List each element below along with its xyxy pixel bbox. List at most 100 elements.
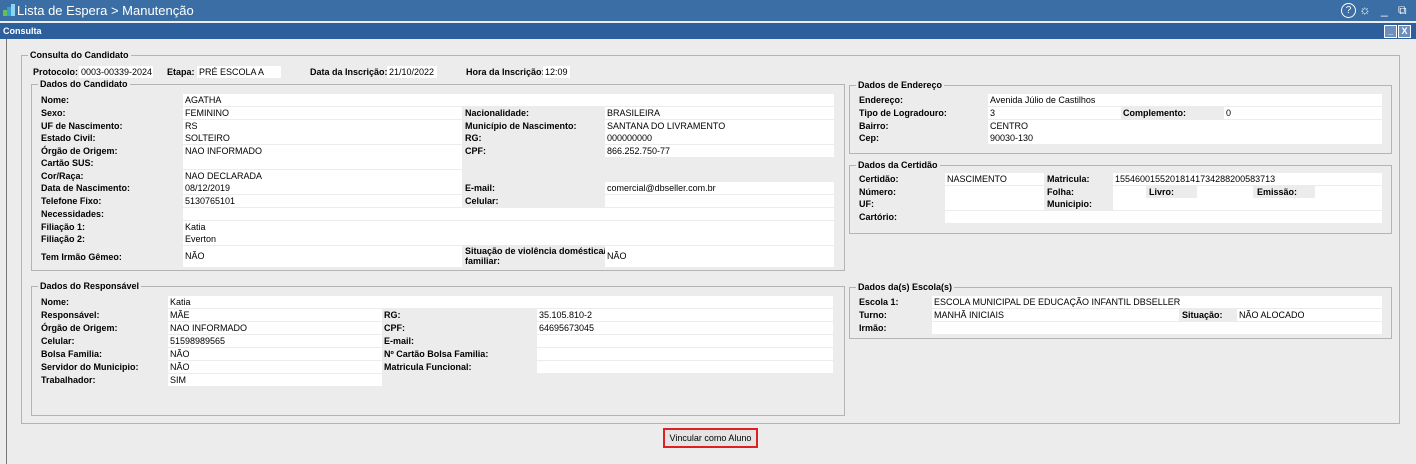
cand-gemeo-label: Tem Irmão Gêmeo: [41,252,122,262]
subwindow-minimize-button[interactable]: _ [1384,25,1397,38]
esc-irmao-value [932,322,1382,334]
cert-uf-value [945,198,1044,210]
cand-uf-value: RS [183,120,462,132]
cand-rg-label: RG: [465,133,482,143]
cand-celular-label: Celular: [465,196,499,206]
restore-icon[interactable]: ⧉ [1398,3,1407,17]
resp-bolsa-value: NÃO [168,348,382,360]
esc-situacao-label: Situação: [1182,310,1223,320]
cert-uf-label: UF: [859,199,874,209]
minimize-icon[interactable]: _ [1381,3,1388,17]
cert-municipio-label: Municipio: [1047,199,1092,209]
cand-cpf-label: CPF: [465,146,486,156]
cand-violencia-value: NÃO [605,246,834,267]
cert-matricula-value: 15546001552018141734288200583713 [1113,173,1382,185]
protocolo-label: Protocolo: [33,67,78,77]
cand-violencia-label-line1: Situação de violência doméstica/ [465,246,607,256]
data-inscricao-value: 21/10/2022 [387,66,437,78]
dados-escola-legend: Dados da(s) Escola(s) [858,282,953,292]
esc-escola1-label: Escola 1: [859,297,899,307]
resp-celular-value: 51598989565 [168,335,382,347]
cand-nacionalidade-value: BRASILEIRA [605,107,834,119]
cert-livro-label: Livro: [1149,187,1175,197]
gear-icon[interactable]: ☼ [1359,3,1371,17]
cand-filiacao1-value: Katia [183,221,834,233]
help-icon[interactable]: ? [1341,3,1356,18]
cand-rg-value: 000000000 [605,132,834,144]
cand-necessidades-label: Necessidades: [41,209,105,219]
cand-municipio-label: Município de Nascimento: [465,121,577,131]
resp-celular-label: Celular: [41,336,75,346]
resp-email-label: E-mail: [384,336,415,346]
dados-candidato-legend: Dados do Candidato [40,79,128,89]
resp-matricula-value [537,361,833,373]
esc-situacao-value: NÃO ALOCADO [1237,309,1382,321]
end-tipo-label: Tipo de Logradouro: [859,108,947,118]
resp-matricula-label: Matricula Funcional: [384,362,472,372]
resp-nome-value: Katia [168,296,833,308]
hora-inscricao-value: 12:09 [543,66,570,78]
cand-raca-value: NAO DECLARADA [183,170,462,182]
cert-matricula-label: Matricula: [1047,174,1090,184]
resp-servidor-value: NÃO [168,361,382,373]
end-complemento-value: 0 [1224,107,1382,119]
cand-nacionalidade-label: Nacionalidade: [465,108,530,118]
esc-turno-value: MANHÃ INICIAIS [932,309,1179,321]
resp-cpf-value: 64695673045 [537,322,833,334]
window-title: Lista de Espera > Manutenção [17,3,194,18]
cand-email-label: E-mail: [465,183,496,193]
cert-numero-value [945,186,1044,198]
resp-responsavel-value: MÃE [168,309,382,321]
vincular-aluno-button[interactable]: Vincular como Aluno [663,428,758,448]
cand-filiacao2-label: Filiação 2: [41,234,86,244]
cert-cartorio-label: Cartório: [859,212,897,222]
cert-folha-label: Folha: [1047,187,1074,197]
cand-municipio-value: SANTANA DO LIVRAMENTO [605,120,834,132]
consulta-titlebar: Consulta _ X [0,23,1416,39]
resp-trabalhador-label: Trabalhador: [41,375,96,385]
consulta-candidato-legend: Consulta do Candidato [30,50,129,60]
subwindow-close-button[interactable]: X [1398,25,1411,38]
cand-nome-label: Nome: [41,95,70,105]
dados-endereco-legend: Dados de Endereço [858,80,943,90]
cert-folha-value [1113,186,1146,198]
resp-nome-label: Nome: [41,297,70,307]
cert-numero-label: Número: [859,187,897,197]
cand-nascimento-value: 08/12/2019 [183,182,462,194]
resp-cpf-label: CPF: [384,323,405,333]
cand-filiacao2-value: Everton [183,233,834,245]
dados-responsavel-legend: Dados do Responsável [40,281,140,291]
resp-cartao-bolsa-value [537,348,833,360]
vincular-aluno-label: Vincular como Aluno [669,433,752,443]
cert-certidao-label: Certidão: [859,174,899,184]
data-inscricao-label: Data da Inscrição: [310,67,388,77]
end-endereco-label: Endereço: [859,95,904,105]
resp-rg-label: RG: [384,310,401,320]
cert-cartorio-value [945,211,1382,223]
cand-sus-label: Cartão SUS: [41,158,94,168]
cand-uf-label: UF de Nascimento: [41,121,123,131]
resp-rg-value: 35.105.810-2 [537,309,833,321]
cand-email-value: comercial@dbseller.com.br [605,182,834,194]
end-cep-label: Cep: [859,133,879,143]
cand-nome-value: AGATHA [183,94,834,106]
cand-sexo-label: Sexo: [41,108,66,118]
resp-servidor-label: Servidor do Municipio: [41,362,139,372]
cert-emissao-label: Emissão: [1257,187,1298,197]
etapa-label: Etapa: [167,67,195,77]
cand-civil-label: Estado Civil: [41,133,96,143]
cand-cpf-value: 866.252.750-77 [605,145,834,157]
cand-celular-value [605,195,834,207]
cert-emissao-value [1315,186,1382,198]
cand-gemeo-value: NÃO [183,246,462,267]
resp-orgao-value: NAO INFORMADO [168,322,382,334]
cand-telefone-value: 5130765101 [183,195,462,207]
consulta-title: Consulta [3,26,42,36]
resp-trabalhador-value: SIM [168,374,382,386]
esc-irmao-label: Irmão: [859,323,887,333]
resp-orgao-label: Órgão de Origem: [41,323,118,333]
end-bairro-value: CENTRO [988,120,1382,132]
cand-violencia-label-line2: familiar: [465,256,501,266]
resp-email-value [537,335,833,347]
app-logo-icon [3,4,15,16]
